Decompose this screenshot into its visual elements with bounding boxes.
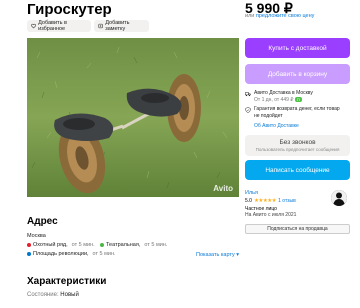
- product-image: [27, 38, 239, 197]
- guarantee-line1: Гарантия возврата денег, если товар: [254, 106, 340, 112]
- subscribe-seller-button[interactable]: Подписаться на продавца: [245, 224, 350, 234]
- product-photo[interactable]: Avito: [27, 38, 239, 197]
- no-calls-label: Без звонков: [279, 139, 316, 146]
- address-city: Москва: [27, 233, 46, 239]
- chevron-down-icon: ▾: [236, 252, 240, 258]
- metro-station: Театральная, от 5 мин.: [100, 242, 167, 248]
- metro-line-dot: [27, 252, 31, 256]
- metro-station: Охотный ряд, от 5 мин.: [27, 242, 95, 248]
- seller-rating: 5.0 ★★★★★ 1 отзыв: [245, 198, 296, 204]
- note-icon: [98, 23, 103, 29]
- metro-station-distance: от 5 мин.: [71, 242, 95, 248]
- add-to-favorites-label: Добавить в избранное: [38, 20, 67, 32]
- show-map-link[interactable]: Показать карту ▾: [196, 252, 239, 258]
- delivery-badge: П: [294, 96, 302, 102]
- shield-icon: [245, 106, 251, 113]
- characteristics-heading: Характеристики: [27, 276, 107, 287]
- guarantee-line2: не подойдет: [254, 112, 283, 119]
- metro-station-name: Площадь революции,: [33, 251, 89, 257]
- seller-rating-value: 5.0: [245, 198, 252, 204]
- truck-icon: [245, 91, 251, 96]
- about-delivery-link[interactable]: Об Авито Доставке: [254, 123, 299, 129]
- show-map-label: Показать карту: [196, 252, 235, 258]
- heart-icon: [31, 23, 36, 29]
- buy-with-delivery-button[interactable]: Купить с доставкой: [245, 38, 350, 58]
- no-calls-sublabel: Пользователь предпочитает сообщения: [255, 147, 340, 152]
- price-suggest: или предложите свою цену: [245, 13, 314, 19]
- add-note-button[interactable]: Добавить заметку: [94, 20, 149, 32]
- seller-name[interactable]: Илья: [245, 190, 258, 196]
- delivery-info: Авито Доставка в Москву От 1 дн, от 449 …: [245, 90, 313, 103]
- rating-stars: ★★★★★: [253, 198, 277, 204]
- address-heading: Адрес: [27, 216, 58, 227]
- seller-reviews-link[interactable]: 1 отзыв: [278, 198, 296, 204]
- seller-avatar[interactable]: [331, 190, 347, 206]
- metro-line-dot: [100, 243, 104, 247]
- add-to-cart-button[interactable]: Добавить в корзину: [245, 64, 350, 84]
- suggest-price-link[interactable]: предложите свою цену: [256, 13, 315, 19]
- page-title: Гироскутер: [27, 1, 112, 18]
- condition-row: Состояние: Новый: [27, 292, 79, 298]
- add-to-favorites-button[interactable]: Добавить в избранное: [27, 20, 91, 32]
- metro-line-dot: [27, 243, 31, 247]
- metro-station: Площадь революции, от 5 мин.: [27, 251, 116, 257]
- write-message-button[interactable]: Написать сообщение: [245, 160, 350, 180]
- metro-station-name: Театральная,: [106, 242, 141, 248]
- guarantee-info: Гарантия возврата денег, если товар не п…: [245, 106, 340, 119]
- metro-station-distance: от 5 мин.: [144, 242, 168, 248]
- avito-watermark: Avito: [213, 184, 233, 193]
- metro-station-name: Охотный ряд,: [33, 242, 68, 248]
- no-calls-button[interactable]: Без звонков Пользователь предпочитает со…: [245, 135, 350, 156]
- avatar-image: [331, 190, 347, 206]
- metro-station-distance: от 5 мин.: [92, 251, 116, 257]
- condition-label: Состояние:: [27, 292, 59, 298]
- add-note-label: Добавить заметку: [105, 20, 130, 32]
- condition-value: Новый: [60, 292, 79, 298]
- seller-since: На Авито с июля 2021: [245, 212, 297, 218]
- price-or-label: или: [245, 13, 255, 19]
- delivery-terms: От 1 дн, от 449 ₽: [254, 96, 294, 103]
